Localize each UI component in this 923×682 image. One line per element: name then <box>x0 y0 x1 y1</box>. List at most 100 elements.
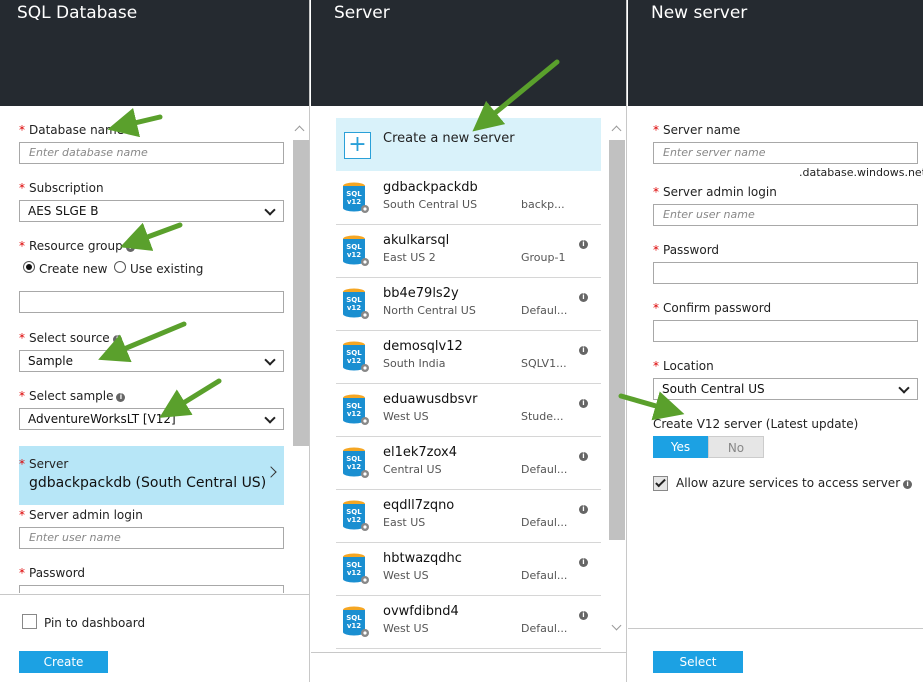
blade-title: Server <box>334 3 390 23</box>
v12-no-toggle[interactable]: No <box>708 436 764 458</box>
resource-group-input[interactable] <box>19 291 284 313</box>
scroll-up-icon[interactable] <box>294 125 305 136</box>
server-list-item[interactable]: SQL v12 ovwfdibnd4 West US Defaul... i <box>336 596 601 649</box>
server-list-item[interactable]: SQL v12 eduawusdbsvr West US Stude... i <box>336 384 601 437</box>
info-icon[interactable]: i <box>579 399 588 408</box>
password-input[interactable] <box>653 262 918 284</box>
database-name-input[interactable]: Enter database name <box>19 142 284 164</box>
server-resource-group: Defaul... <box>521 569 568 582</box>
use-existing-radio[interactable] <box>114 261 126 273</box>
select-source-select[interactable]: Sample <box>19 350 284 372</box>
sql-database-icon: SQLv12 <box>343 235 369 266</box>
server-list-item[interactable]: SQL v12 demosqlv12 South India SQLV1... i <box>336 331 601 384</box>
server-resource-group: Defaul... <box>521 304 568 317</box>
server-location: East US <box>383 516 426 529</box>
subscription-select[interactable]: AES SLGE B <box>19 200 284 222</box>
info-icon[interactable]: i <box>579 558 588 567</box>
server-list-item[interactable]: SQL v12 akulkarsql East US 2 Group-1 i <box>336 225 601 278</box>
svg-text:SQL: SQL <box>346 296 362 304</box>
server-list-item[interactable]: SQL v12 bb4e79ls2y North Central US Defaul..… <box>336 278 601 331</box>
server-resource-group: SQLV1... <box>521 357 567 370</box>
scrollbar-thumb[interactable] <box>609 140 625 540</box>
server-admin-login-input[interactable]: Enter user name <box>19 527 284 549</box>
server-name: hbtwazqdhc <box>383 551 462 566</box>
server-admin-login-input[interactable]: Enter user name <box>653 204 918 226</box>
server-name: eqdll7zqno <box>383 498 455 513</box>
sql-database-icon: SQLv12 <box>343 288 369 319</box>
server-list-item[interactable]: SQL v12 el1ek7zox4 Central US Defaul... i <box>336 437 601 490</box>
sql-database-blade: SQL Database * Database name Enter databa… <box>0 0 310 682</box>
info-icon[interactable]: i <box>579 452 588 461</box>
blade-header: Server <box>311 0 626 106</box>
chevron-down-icon <box>264 412 276 424</box>
server-name: eduawusdbsvr <box>383 392 478 407</box>
info-icon[interactable]: i <box>579 611 588 620</box>
info-icon[interactable]: i <box>579 346 588 355</box>
pin-to-dashboard-checkbox[interactable] <box>22 614 37 629</box>
server-name: demosqlv12 <box>383 339 463 354</box>
server-selector[interactable]: * Server gdbackpackdb (South Central US) <box>19 446 284 505</box>
blade-title: SQL Database <box>17 3 138 23</box>
server-location: South India <box>383 357 446 370</box>
select-sample-select[interactable]: AdventureWorksLT [V12] <box>19 408 284 430</box>
divider <box>628 628 923 629</box>
blade-header: New server <box>628 0 923 106</box>
create-new-server-button[interactable]: + Create a new server <box>336 118 601 171</box>
blade-title: New server <box>651 3 748 23</box>
location-select[interactable]: South Central US <box>653 378 918 400</box>
scroll-up-icon[interactable] <box>611 125 622 136</box>
password-label: * Password <box>653 243 720 257</box>
server-location: North Central US <box>383 304 476 317</box>
scrollbar-thumb[interactable] <box>293 140 309 446</box>
server-list-item[interactable]: SQL v12 eqdll7zqno East US Defaul... i <box>336 490 601 543</box>
allow-azure-checkbox[interactable] <box>653 476 668 491</box>
create-button[interactable]: Create <box>19 651 108 673</box>
server-name-input[interactable]: Enter server name <box>653 142 918 164</box>
resource-group-label: * Resource group i <box>19 239 135 253</box>
subscription-label: * Subscription <box>19 181 104 195</box>
chevron-down-icon <box>264 354 276 366</box>
sql-database-icon: SQLv12 <box>343 341 369 372</box>
divider <box>311 652 626 653</box>
server-location: Central US <box>383 463 442 476</box>
svg-text:v12: v12 <box>347 357 361 365</box>
server-location: West US <box>383 569 429 582</box>
svg-text:v12: v12 <box>347 198 361 206</box>
server-list-item[interactable]: SQL v12 hbtwazqdhc West US Defaul... i <box>336 543 601 596</box>
server-location: South Central US <box>383 198 478 211</box>
svg-text:SQL: SQL <box>346 243 362 251</box>
server-name: gdbackpackdb <box>383 180 478 195</box>
info-icon: i <box>125 243 135 252</box>
divider <box>0 594 309 595</box>
confirm-password-input[interactable] <box>653 320 918 342</box>
svg-text:v12: v12 <box>347 516 361 524</box>
sql-database-icon: SQLv12 <box>343 553 369 584</box>
new-server-blade: New server * Server name Enter server nam… <box>628 0 923 682</box>
plus-icon: + <box>344 132 371 159</box>
server-resource-group: Defaul... <box>521 516 568 529</box>
server-location: West US <box>383 622 429 635</box>
server-resource-group: Defaul... <box>521 463 568 476</box>
server-name: ovwfdibnd4 <box>383 604 459 619</box>
svg-text:v12: v12 <box>347 410 361 418</box>
info-icon[interactable]: i <box>579 505 588 514</box>
create-new-radio[interactable] <box>23 261 35 273</box>
info-icon: i <box>903 480 913 489</box>
svg-text:SQL: SQL <box>346 561 362 569</box>
svg-text:SQL: SQL <box>346 402 362 410</box>
server-label: * Server <box>19 457 69 471</box>
v12-yes-toggle[interactable]: Yes <box>653 436 708 458</box>
pin-to-dashboard-label: Pin to dashboard <box>44 616 146 630</box>
blade-header: SQL Database <box>0 0 309 106</box>
info-icon[interactable]: i <box>579 293 588 302</box>
chevron-right-icon <box>265 466 277 478</box>
password-input[interactable] <box>19 585 284 593</box>
select-button[interactable]: Select <box>653 651 743 673</box>
sql-database-icon: SQLv12 <box>343 182 369 213</box>
scroll-down-icon[interactable] <box>611 620 622 631</box>
confirm-password-label: * Confirm password <box>653 301 772 315</box>
sql-database-icon: SQLv12 <box>343 447 369 478</box>
password-label: * Password <box>19 566 86 580</box>
info-icon[interactable]: i <box>579 240 588 249</box>
server-list-item[interactable]: SQL v12 gdbackpackdb South Central US backp.… <box>336 172 601 225</box>
